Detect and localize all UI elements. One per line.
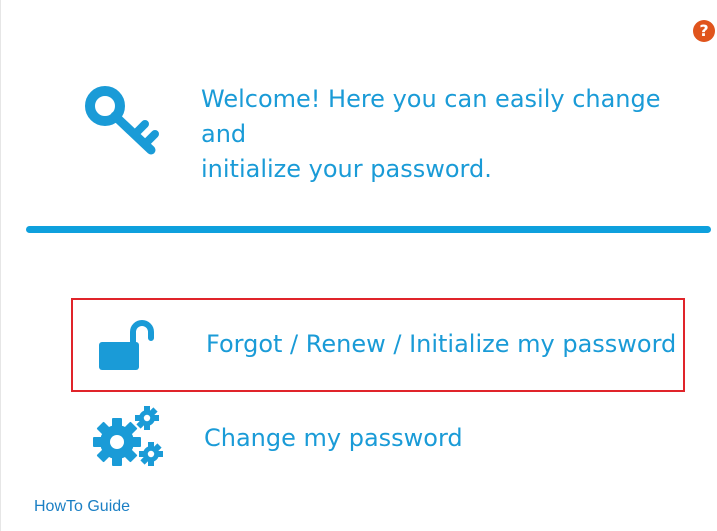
welcome-text-line2: initialize your password. <box>201 155 492 183</box>
change-password-label: Change my password <box>204 424 463 452</box>
help-icon[interactable]: ? <box>693 20 715 42</box>
key-icon <box>85 86 159 155</box>
unlock-icon <box>99 320 154 370</box>
section-divider <box>26 226 711 233</box>
gears-icon <box>93 406 163 466</box>
welcome-section: Welcome! Here you can easily change and … <box>83 82 703 183</box>
change-password-option[interactable]: Change my password <box>71 400 685 475</box>
forgot-renew-initialize-password-option[interactable]: Forgot / Renew / Initialize my password <box>71 298 685 392</box>
welcome-text-line1: Welcome! Here you can easily change and <box>201 85 661 148</box>
forgot-renew-initialize-label: Forgot / Renew / Initialize my password <box>206 330 677 358</box>
welcome-text: Welcome! Here you can easily change and … <box>201 82 701 187</box>
password-portal-panel: ? Welcome! Here you can easily change an… <box>0 0 717 531</box>
howto-guide-link[interactable]: HowTo Guide <box>34 498 130 516</box>
